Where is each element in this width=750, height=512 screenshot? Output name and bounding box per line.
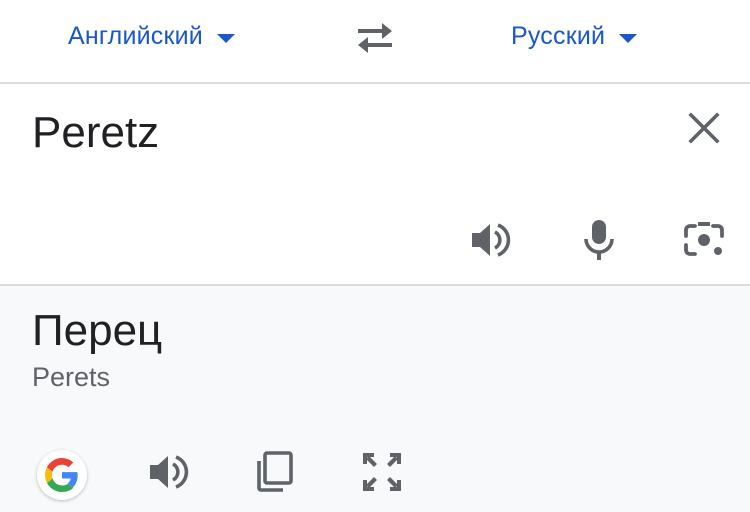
source-language-label: Английский [68,21,203,50]
transliteration-text: Perets [32,362,111,392]
fullscreen-button[interactable] [360,450,408,498]
listen-translation-button[interactable] [146,450,194,498]
microphone-icon [584,220,614,260]
camera-icon [684,222,724,256]
swap-arrows-icon [358,23,392,53]
voice-input-button[interactable] [577,218,621,262]
camera-translate-button[interactable] [682,218,726,262]
chevron-down-icon [216,33,235,43]
swap-languages-button[interactable] [352,18,398,58]
source-language-selector[interactable]: Английский [68,18,235,54]
speaker-icon [472,223,511,257]
google-logo-icon [45,458,78,492]
speaker-icon [150,455,189,489]
source-text-panel[interactable]: Peretz [0,84,750,286]
close-icon [688,112,720,144]
copy-translation-button[interactable] [253,450,301,498]
fullscreen-icon [363,453,401,491]
target-language-label: Русский [511,21,606,50]
listen-source-button[interactable] [468,218,512,262]
translate-app: Английский Русский Peretz Перец Perets [0,0,750,512]
copy-icon [257,451,293,492]
chevron-down-icon [619,33,638,43]
translation-panel: Перец Perets [0,286,750,512]
language-bar: Английский Русский [0,0,750,84]
google-logo-button[interactable] [37,450,87,500]
source-text-input[interactable]: Peretz [32,108,159,158]
clear-button[interactable] [684,108,724,148]
target-language-selector[interactable]: Русский [511,18,638,54]
translation-text: Перец [32,306,163,355]
